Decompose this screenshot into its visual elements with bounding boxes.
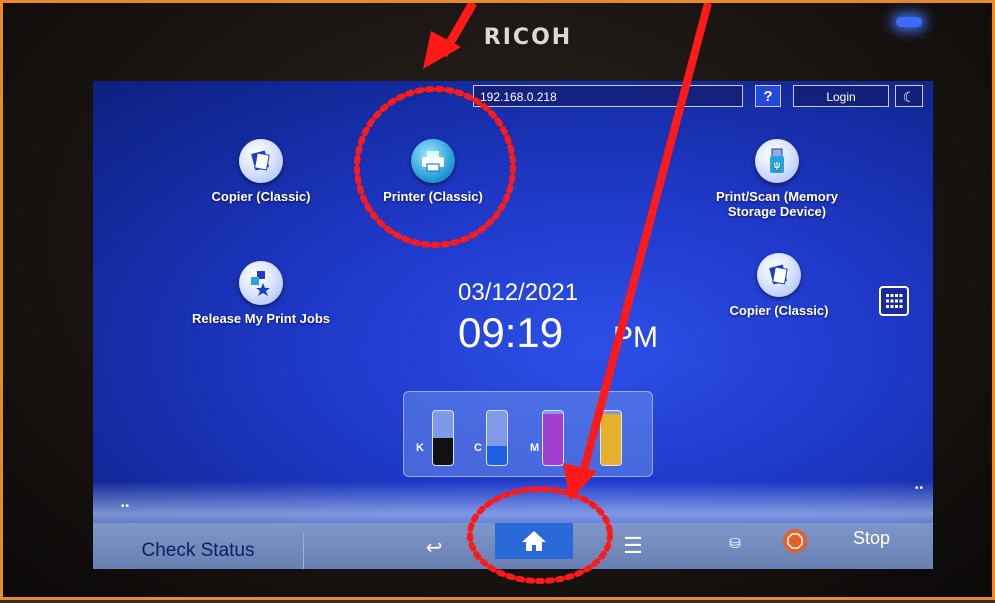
annotation-circle-printer (354, 86, 516, 248)
annotation-arrow-printer (423, 3, 477, 69)
annotation-overlay (354, 3, 712, 584)
annotation-circle-home (467, 486, 613, 584)
annotation-arrow-home (563, 3, 712, 501)
device-panel: RICOH 192.168.0.218 ? Login ☾ Copier (Cl… (0, 0, 995, 600)
